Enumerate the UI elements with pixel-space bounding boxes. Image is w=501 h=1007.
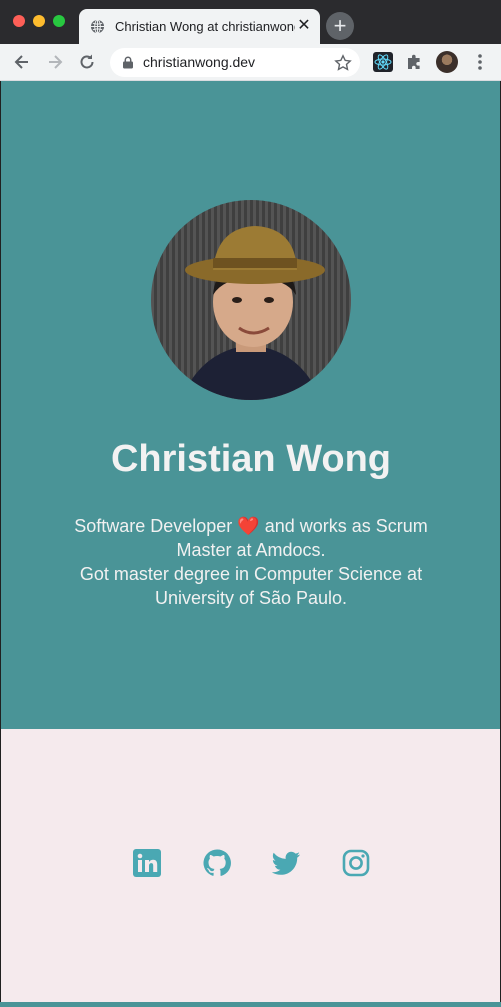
maximize-window-button[interactable] bbox=[53, 15, 65, 27]
minimize-window-button[interactable] bbox=[33, 15, 45, 27]
twitter-icon[interactable] bbox=[271, 848, 301, 878]
bookmark-star-icon[interactable] bbox=[334, 54, 352, 72]
react-devtools-icon[interactable] bbox=[373, 52, 393, 72]
profile-name: Christian Wong bbox=[110, 438, 392, 480]
bio-text-part1: Software Developer bbox=[74, 516, 238, 536]
lock-icon bbox=[123, 56, 133, 69]
footer-section bbox=[0, 729, 501, 1002]
heart-icon: ❤️ bbox=[237, 516, 260, 536]
new-tab-button[interactable]: + bbox=[326, 12, 354, 40]
extensions-puzzle-icon[interactable] bbox=[405, 52, 425, 72]
browser-toolbar: christianwong.dev bbox=[0, 44, 501, 81]
url-text: christianwong.dev bbox=[143, 54, 256, 70]
globe-icon bbox=[90, 19, 105, 34]
forward-arrow-icon[interactable] bbox=[45, 52, 65, 72]
browser-tab[interactable]: Christian Wong at christianwong ✕ bbox=[79, 9, 320, 44]
bottom-accent-bar bbox=[0, 1002, 501, 1007]
back-arrow-icon[interactable] bbox=[12, 52, 32, 72]
more-menu-icon[interactable] bbox=[476, 52, 484, 72]
window-titlebar: Christian Wong at christianwong ✕ + bbox=[0, 0, 501, 44]
tab-close-icon[interactable]: ✕ bbox=[295, 17, 313, 35]
github-icon[interactable] bbox=[202, 848, 232, 878]
profile-bio: Software Developer ❤️ and works as Scrum… bbox=[56, 514, 446, 610]
tab-title: Christian Wong at christianwong bbox=[115, 19, 295, 34]
instagram-icon[interactable] bbox=[341, 848, 371, 878]
reload-icon[interactable] bbox=[77, 52, 97, 72]
address-bar[interactable]: christianwong.dev bbox=[110, 48, 360, 77]
hero-section: Christian Wong Software Developer ❤️ and… bbox=[0, 81, 501, 729]
bio-text-line2: Got master degree in Computer Science at… bbox=[79, 564, 423, 608]
close-window-button[interactable] bbox=[13, 15, 25, 27]
profile-photo bbox=[151, 200, 351, 400]
linkedin-icon[interactable] bbox=[132, 848, 162, 878]
profile-avatar[interactable] bbox=[436, 51, 458, 73]
profile-photo-illustration bbox=[151, 200, 351, 400]
